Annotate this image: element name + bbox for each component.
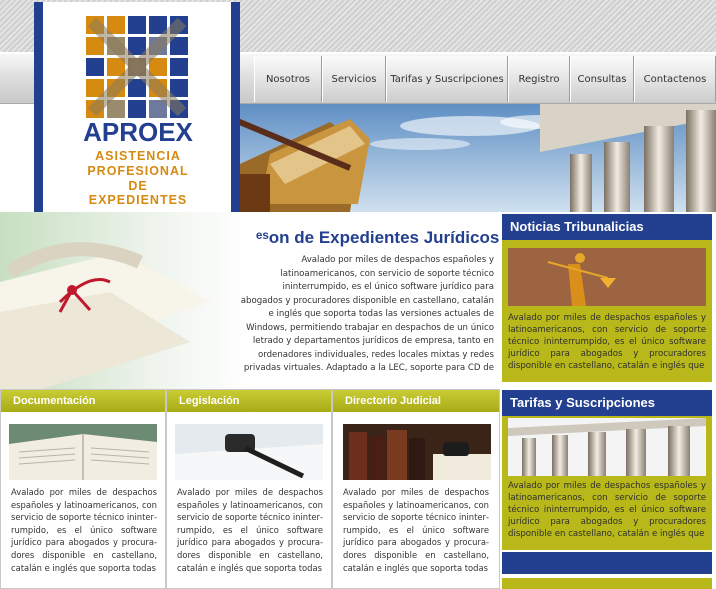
sidebar-footer-strip bbox=[502, 578, 712, 589]
card-text: Avalado por miles de despachos españoles… bbox=[11, 487, 157, 573]
card-image bbox=[343, 424, 491, 480]
law-books-illustration bbox=[343, 424, 491, 480]
rates-panel: Avalado por miles de despachos españoles… bbox=[502, 416, 712, 550]
nav-item-contactenos[interactable]: Contactenos bbox=[634, 56, 716, 102]
sidebar-footer-bar bbox=[502, 552, 712, 574]
card-title: Directorio Judicial bbox=[333, 390, 499, 412]
brand-tagline-2: PROFESIONAL bbox=[87, 164, 189, 178]
card-legislacion[interactable]: Legislación Avalado por miles de despach… bbox=[166, 389, 332, 589]
open-book-illustration bbox=[9, 424, 157, 480]
hero-illustration bbox=[240, 104, 716, 212]
nav-item-nosotros[interactable]: Nosotros bbox=[254, 56, 322, 102]
aproex-logo-mark bbox=[84, 14, 190, 120]
nav-item-registro[interactable]: Registro bbox=[508, 56, 570, 102]
gavel-illustration bbox=[175, 424, 323, 480]
card-documentacion[interactable]: Documentación Avalado por miles de despa… bbox=[0, 389, 166, 589]
card-text: Avalado por miles de despachos españoles… bbox=[343, 487, 489, 573]
main-nav: Nosotros Servicios Tarifas y Suscripcion… bbox=[254, 56, 716, 102]
brand-name: APROEX bbox=[83, 117, 193, 147]
card-image bbox=[9, 424, 157, 480]
card-directorio-judicial[interactable]: Directorio Judicial Avalado por miles de… bbox=[332, 389, 500, 589]
scroll-documents-illustration bbox=[0, 212, 250, 390]
news-image bbox=[508, 248, 706, 306]
brand-tagline-3: DE EXPEDIENTES bbox=[88, 179, 188, 207]
card-title: Legislación bbox=[167, 390, 331, 412]
brand-tagline-1: ASISTENCIA bbox=[95, 149, 181, 163]
nav-item-servicios[interactable]: Servicios bbox=[322, 56, 386, 102]
news-text: Avalado por miles de despachos españoles… bbox=[508, 313, 706, 371]
rates-text: Avalado por miles de despachos españoles… bbox=[508, 481, 706, 539]
rates-image bbox=[508, 418, 706, 476]
justice-statue-illustration bbox=[508, 248, 706, 306]
columns-illustration bbox=[508, 418, 706, 476]
hero-banner bbox=[240, 104, 716, 212]
card-title: Documentación bbox=[1, 390, 165, 412]
nav-item-consultas[interactable]: Consultas bbox=[570, 56, 634, 102]
card-image bbox=[175, 424, 323, 480]
feature-text: Avalado por miles de despachos españoles… bbox=[240, 255, 494, 373]
nav-item-tarifas[interactable]: Tarifas y Suscripciones bbox=[386, 56, 508, 102]
news-heading: Noticias Tribunalicias bbox=[502, 214, 712, 240]
rates-heading: Tarifas y Suscripciones bbox=[502, 390, 712, 416]
news-panel: Avalado por miles de despachos españoles… bbox=[502, 240, 712, 382]
card-text: Avalado por miles de despachos españoles… bbox=[177, 487, 323, 573]
feature-image bbox=[0, 212, 250, 390]
feature-title: ᵉˢon de Expedientes Jurídicos bbox=[256, 228, 500, 247]
